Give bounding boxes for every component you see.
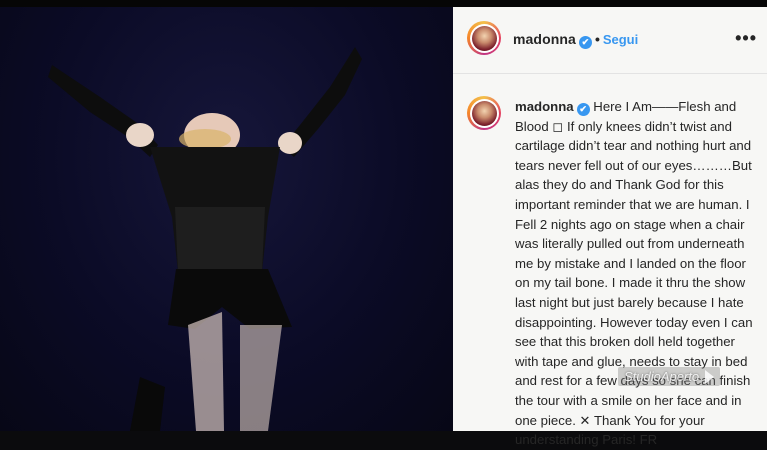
caption-verified-badge-icon: ✔ — [576, 103, 590, 117]
header-line: madonna ✔ • Segui — [513, 31, 638, 49]
broadcaster-watermark: StudioAperto — [618, 367, 721, 386]
caption-username[interactable]: madonna — [515, 99, 574, 114]
play-icon — [705, 369, 715, 384]
post-photo — [0, 7, 453, 431]
username-link[interactable]: madonna — [513, 31, 576, 47]
verified-badge-icon: ✔ — [578, 36, 592, 49]
follow-button[interactable]: Segui — [603, 32, 638, 47]
performer-illustration — [48, 47, 362, 431]
separator-dot: • — [594, 31, 600, 47]
caption-text: Here I Am——Flesh and Blood ◻ If only kne… — [515, 99, 753, 448]
avatar[interactable] — [467, 21, 501, 55]
caption-avatar[interactable] — [467, 96, 501, 130]
watermark-label: StudioAperto — [624, 369, 700, 384]
post-header: madonna ✔ • Segui ••• — [453, 7, 767, 74]
caption: madonna ✔ Here I Am——Flesh and Blood ◻ If… — [515, 97, 757, 450]
top-black-bar — [0, 0, 767, 7]
more-options-icon[interactable]: ••• — [735, 29, 757, 47]
